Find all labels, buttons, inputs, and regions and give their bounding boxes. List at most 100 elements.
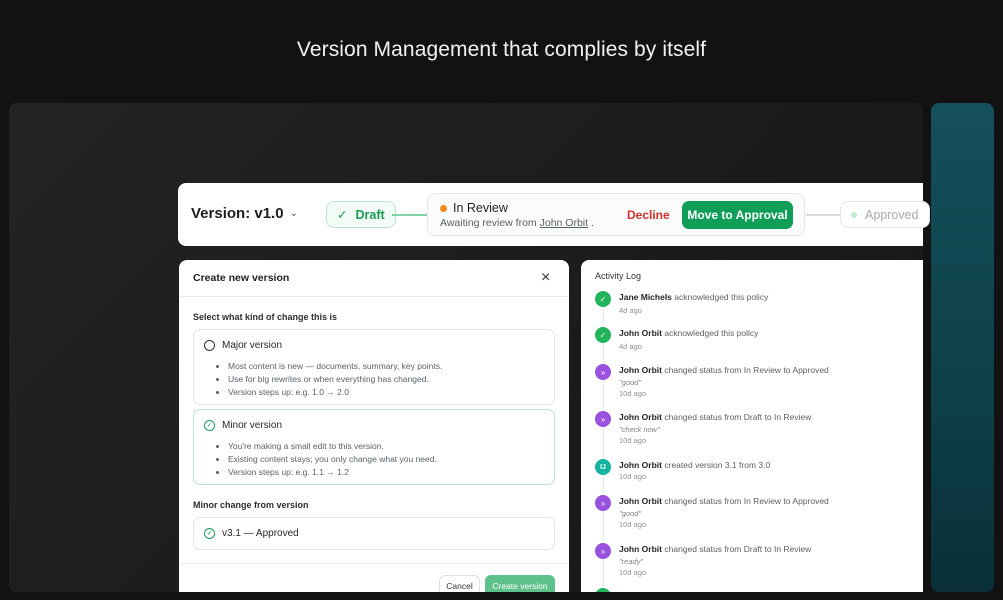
- in-review-label: In Review: [453, 201, 508, 215]
- status-dot-icon: [440, 204, 447, 212]
- activity-actor: John Orbit: [619, 460, 662, 470]
- change-type-prompt: Select what kind of change this is: [193, 312, 338, 322]
- modal-title: Create new version: [193, 272, 290, 284]
- hero-title: Version Management that complies by itse…: [296, 38, 707, 61]
- double-chevron-icon: »: [595, 364, 611, 380]
- review-subtitle: Awaiting review from John Orbit .: [440, 217, 594, 229]
- version-dropdown[interactable]: Version: v1.0 ⌄: [191, 205, 298, 222]
- activity-actor: John Orbit: [619, 496, 662, 506]
- activity-action: changed status from In Review to Approve…: [664, 365, 829, 375]
- step-draft-label: Draft: [355, 207, 385, 222]
- option-bullets: You're making a small edit to this versi…: [228, 440, 437, 479]
- check-circle-icon: ✓: [204, 420, 215, 431]
- option-head: Major version: [204, 340, 282, 351]
- cancel-button[interactable]: Cancel: [439, 575, 480, 592]
- activity-item: [595, 588, 915, 592]
- activity-time: 10d ago: [619, 568, 647, 577]
- step-approved: Approved: [840, 201, 930, 228]
- step-draft: ✓ Draft: [326, 201, 396, 228]
- from-version-select[interactable]: ✓ v3.1 — Approved: [193, 517, 555, 550]
- move-to-approval-button[interactable]: Move to Approval: [682, 201, 793, 229]
- activity-item: » John Orbit changed status from Draft t…: [595, 411, 915, 451]
- create-version-modal: Create new version × Select what kind of…: [179, 260, 569, 592]
- bullet-item: You're making a small edit to this versi…: [228, 440, 437, 453]
- status-dot-icon: [851, 211, 857, 218]
- activity-time: 4d ago: [619, 342, 642, 351]
- option-minor-version[interactable]: ✓ Minor version You're making a small ed…: [193, 409, 555, 485]
- side-panel: [931, 103, 994, 592]
- bullet-item: Use for big rewrites or when everything …: [228, 373, 442, 386]
- activity-text: John Orbit changed status from Draft to …: [619, 544, 811, 554]
- activity-item: IJ John Orbit created version 3.1 from 3…: [595, 459, 915, 489]
- activity-quote: "good": [619, 509, 642, 518]
- activity-time: 10d ago: [619, 472, 647, 481]
- option-bullets: Most content is new — documents, summary…: [228, 360, 442, 399]
- check-circle-icon: ✓: [595, 291, 611, 307]
- check-icon: ✓: [337, 208, 348, 222]
- activity-quote: "good": [619, 378, 642, 387]
- activity-action: changed status from Draft to In Review: [664, 412, 812, 422]
- version-label: Version: v1.0: [191, 205, 284, 222]
- in-review-title: In Review: [440, 201, 508, 215]
- decline-button[interactable]: Decline: [627, 208, 670, 222]
- from-version-label: Minor change from version: [193, 500, 309, 510]
- avatar: IJ: [595, 459, 611, 475]
- activity-item: ✓ Jane Michels acknowledged this policy …: [595, 291, 915, 321]
- check-circle-icon: [595, 588, 611, 592]
- divider: [179, 563, 569, 564]
- activity-time: 10d ago: [619, 436, 647, 445]
- check-circle-icon: ✓: [204, 528, 215, 539]
- activity-text: John Orbit changed status from Draft to …: [619, 412, 811, 422]
- step-in-review: In Review Awaiting review from John Orbi…: [427, 193, 805, 236]
- activity-text: Jane Michels acknowledged this policy: [619, 292, 768, 302]
- activity-item: » John Orbit changed status from In Revi…: [595, 495, 915, 535]
- option-label: Major version: [222, 340, 283, 351]
- option-label: Minor version: [222, 420, 283, 431]
- activity-time: 10d ago: [619, 520, 647, 529]
- activity-text: John Orbit created version 3.1 from 3.0: [619, 460, 770, 470]
- activity-log-title: Activity Log: [595, 271, 642, 281]
- activity-text: John Orbit changed status from In Review…: [619, 496, 829, 506]
- double-chevron-icon: »: [595, 411, 611, 427]
- activity-actor: John Orbit: [619, 412, 662, 422]
- close-icon[interactable]: ×: [541, 269, 550, 287]
- review-subtitle-prefix: Awaiting review from: [440, 217, 537, 229]
- activity-actor: Jane Michels: [619, 292, 672, 302]
- step-approved-label: Approved: [865, 207, 919, 222]
- activity-actor: John Orbit: [619, 544, 662, 554]
- activity-quote: "check now": [619, 425, 660, 434]
- divider: [179, 296, 569, 297]
- activity-action: created version 3.1 from 3.0: [664, 460, 771, 470]
- radio-icon: [204, 340, 215, 351]
- reviewer-link[interactable]: John Orbit: [540, 217, 588, 229]
- double-chevron-icon: »: [595, 495, 611, 511]
- bullet-item: Version steps up: e.g. 1.1 → 1.2: [228, 466, 437, 479]
- bullet-item: Version steps up: e.g. 1.0 → 2.0: [228, 386, 442, 399]
- activity-action: acknowledged this policy: [674, 292, 769, 302]
- version-status-bar: Version: v1.0 ⌄ ✓ Draft In Review Awaiti…: [178, 183, 930, 246]
- activity-log-panel: Activity Log ✓ Jane Michels acknowledged…: [581, 260, 923, 592]
- step-connector: [392, 214, 428, 216]
- activity-item: ✓ John Orbit acknowledged this policy 4d…: [595, 327, 915, 357]
- option-head: ✓ Minor version: [204, 420, 282, 431]
- check-circle-icon: ✓: [595, 327, 611, 343]
- activity-action: changed status from In Review to Approve…: [664, 496, 829, 506]
- activity-item: » John Orbit changed status from In Revi…: [595, 364, 915, 404]
- activity-item: » John Orbit changed status from Draft t…: [595, 543, 915, 583]
- bullet-item: Existing content stays; you only change …: [228, 453, 437, 466]
- step-connector: [806, 214, 840, 216]
- activity-actor: John Orbit: [619, 328, 662, 338]
- double-chevron-icon: »: [595, 543, 611, 559]
- activity-action: acknowledged this policy: [664, 328, 759, 338]
- create-version-button[interactable]: Create version: [485, 575, 555, 592]
- option-major-version[interactable]: Major version Most content is new — docu…: [193, 329, 555, 405]
- from-version-value: v3.1 — Approved: [222, 528, 299, 539]
- activity-quote: "ready": [619, 557, 644, 566]
- activity-text: John Orbit acknowledged this policy: [619, 328, 758, 338]
- activity-text: John Orbit changed status from In Review…: [619, 365, 829, 375]
- activity-time: 4d ago: [619, 306, 642, 315]
- bullet-item: Most content is new — documents, summary…: [228, 360, 442, 373]
- activity-actor: John Orbit: [619, 365, 662, 375]
- activity-action: changed status from Draft to In Review: [664, 544, 812, 554]
- activity-time: 10d ago: [619, 389, 647, 398]
